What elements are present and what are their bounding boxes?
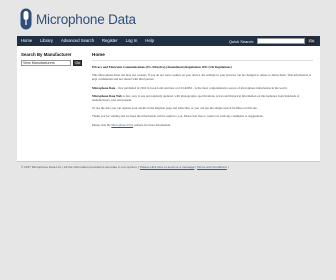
thanks-paragraph: Thank you for visiting and we hope the i… (92, 114, 264, 119)
about-lead: Microphone Data (92, 85, 116, 90)
about-text: – first published in 1992 in book form a… (115, 85, 288, 90)
manufacturer-select[interactable]: View Manufacturers (21, 60, 72, 66)
web-paragraph: Microphone Data Web is fast, easy to use… (92, 94, 313, 102)
main-content: Home Privacy and Electronic Communicatio… (87, 46, 315, 162)
footer-end: | (226, 165, 229, 169)
main-navigation: Home Library Advanced Search Register Lo… (17, 36, 320, 46)
nav-advanced-search[interactable]: Advanced Search (57, 36, 98, 46)
quick-search: Quick Search: Go (229, 36, 320, 46)
nav-home[interactable]: Home (17, 36, 36, 46)
site-footer: © 2017 Microphone Data Ltd. | All the in… (17, 165, 320, 173)
site-logo[interactable]: Microphone Data (20, 8, 136, 30)
nav-help[interactable]: Help (141, 36, 158, 46)
visit-paragraph: Please visit the Microphone Data website… (92, 123, 313, 127)
footer-contact-link[interactable]: Please click here to send us a message (140, 165, 195, 169)
manufacturer-search: View Manufacturers Go (21, 60, 82, 66)
microphone-data-link[interactable]: Microphone Data (111, 123, 133, 127)
nav-register[interactable]: Register (98, 36, 122, 46)
site-header: Microphone Data (17, 0, 320, 36)
sidebar: Search By Manufacturer View Manufacturer… (17, 46, 85, 162)
site-title: Microphone Data (36, 11, 136, 27)
web-text: is fast, easy to use and regularly updat… (92, 93, 300, 103)
regulations-text: Privacy and Electronic Communications (E… (92, 65, 232, 69)
sidebar-title: Search By Manufacturer (21, 52, 72, 57)
nav-library[interactable]: Library (36, 36, 57, 46)
page-wrapper: Microphone Data Home Library Advanced Se… (17, 0, 320, 180)
regulations-heading: Privacy and Electronic Communications (E… (92, 65, 313, 69)
quick-search-go-button[interactable]: Go (307, 38, 316, 44)
visit-post: website for more information. (133, 122, 171, 127)
microphone-icon (20, 8, 32, 30)
manufacturer-go-button[interactable]: Go (73, 60, 82, 66)
quick-search-label: Quick Search: (228, 38, 254, 44)
quick-search-input[interactable] (257, 38, 305, 44)
nav-log-in[interactable]: Log In (122, 36, 142, 46)
cookie-notice: This Microphone Data site may use cookie… (92, 73, 312, 82)
about-paragraph: Microphone Data – first published in 199… (92, 86, 313, 90)
content-area: Search By Manufacturer View Manufacturer… (17, 46, 320, 162)
divider (92, 60, 313, 61)
footer-terms-link[interactable]: Terms and Conditions (197, 165, 227, 169)
page-title: Home (92, 52, 105, 57)
usage-paragraph: To use the data you can register your de… (92, 106, 258, 111)
visit-pre: Please visit the (92, 122, 112, 127)
footer-copyright: © 2017 Microphone Data Ltd. | All the in… (21, 165, 140, 169)
